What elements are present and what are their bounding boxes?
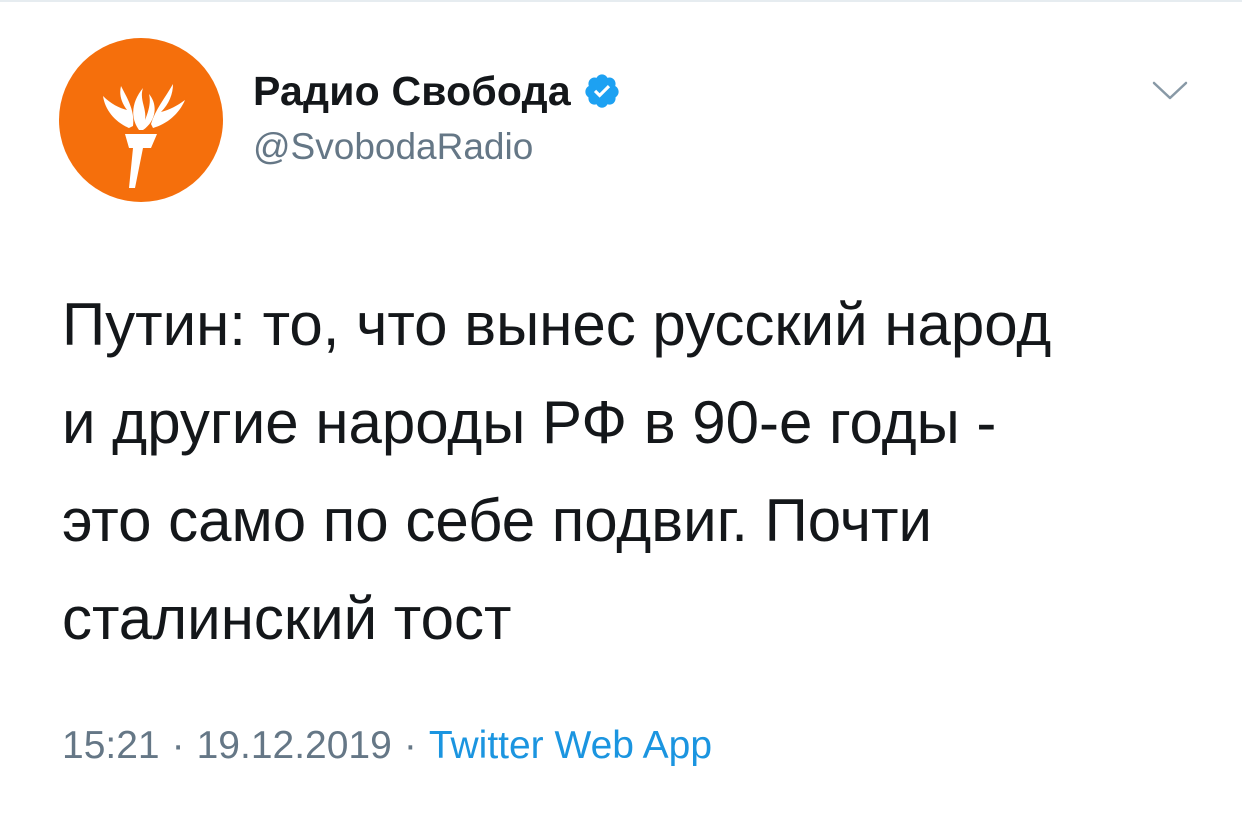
author-block: Радио Свобода @SvobodaRadio — [253, 66, 621, 168]
verified-badge-icon — [583, 72, 621, 110]
name-row: Радио Свобода — [253, 66, 621, 116]
tweet-meta: 15:21 · 19.12.2019 · Twitter Web App — [62, 724, 712, 768]
meta-separator: · — [403, 724, 417, 767]
torch-logo-icon — [103, 84, 185, 188]
display-name[interactable]: Радио Свобода — [253, 68, 571, 115]
user-handle[interactable]: @SvobodaRadio — [253, 126, 621, 168]
tweet-text: Путин: то, что вынес русский народ и дру… — [62, 291, 1052, 652]
avatar[interactable] — [59, 38, 223, 202]
chevron-down-icon[interactable] — [1150, 78, 1190, 104]
tweet-date[interactable]: 19.12.2019 — [197, 724, 392, 768]
tweet-time[interactable]: 15:21 — [62, 724, 160, 768]
meta-separator: · — [171, 724, 185, 767]
tweet-source-link[interactable]: Twitter Web App — [429, 724, 712, 768]
tweet-card: Радио Свобода @SvobodaRadio Путин: то, ч… — [0, 0, 1242, 815]
